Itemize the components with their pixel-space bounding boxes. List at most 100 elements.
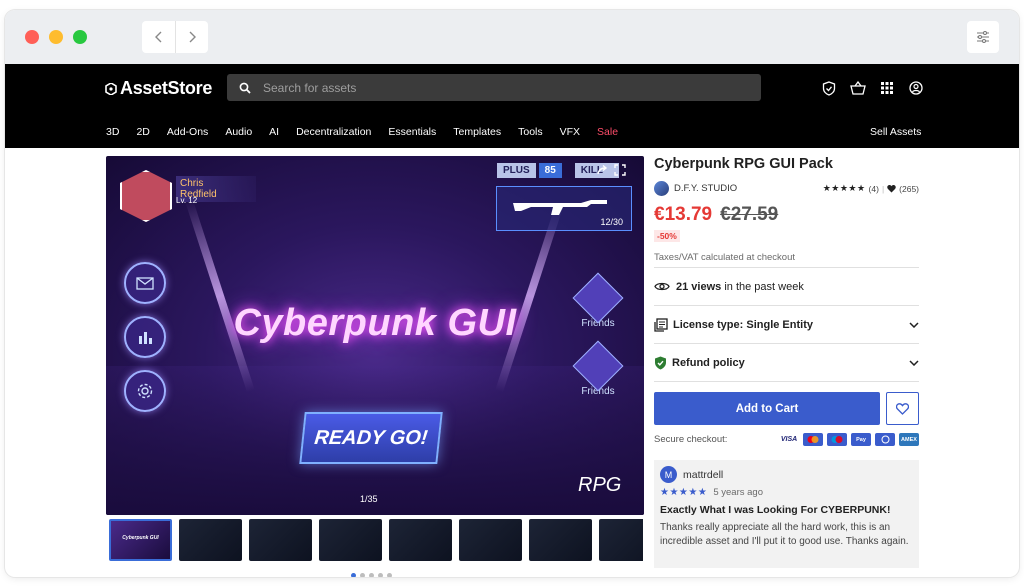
chevron-left-icon <box>154 31 161 43</box>
nav-item-add-ons[interactable]: Add-Ons <box>167 126 208 138</box>
sell-assets-link[interactable]: Sell Assets <box>870 126 921 138</box>
mail-icon <box>136 276 154 290</box>
pagination-dot[interactable] <box>351 573 356 577</box>
product-media-viewer[interactable]: Chris Redfield Lv. 12 PLUS 85 KILL 12/30 <box>106 156 644 515</box>
thumbnail[interactable] <box>599 519 643 561</box>
thumbnail[interactable] <box>179 519 242 561</box>
views-count: 21 views <box>676 280 722 293</box>
minimize-window-button[interactable] <box>49 30 63 44</box>
nav-item-tools[interactable]: Tools <box>518 126 543 138</box>
secure-checkout-label: Secure checkout: <box>654 434 728 445</box>
unity-logo-icon <box>105 82 117 95</box>
heart-outline-icon <box>896 402 909 415</box>
settings-button-game <box>124 370 166 412</box>
gear-icon <box>137 383 153 399</box>
wishlist-button[interactable] <box>886 392 919 425</box>
price-row: €13.79 €27.59 <box>654 204 919 226</box>
favorites-count: (265) <box>899 183 919 194</box>
nav-item-3d[interactable]: 3D <box>106 126 119 138</box>
thumbnail[interactable] <box>459 519 522 561</box>
plus-value: 85 <box>538 163 562 178</box>
ready-go-button: READY GO! <box>299 412 443 464</box>
rating-count: (4) <box>868 183 879 194</box>
store-logo[interactable]: AssetStore <box>105 78 212 99</box>
grid-icon[interactable] <box>879 80 895 96</box>
pagination-dot[interactable] <box>369 573 374 577</box>
nav-item-vfx[interactable]: VFX <box>560 126 580 138</box>
player-avatar <box>120 170 172 222</box>
share-icon[interactable] <box>596 164 608 176</box>
player-card: Chris Redfield Lv. 12 <box>120 170 256 222</box>
reviewer-name[interactable]: mattrdell <box>683 469 723 481</box>
nav-item-essentials[interactable]: Essentials <box>388 126 436 138</box>
slide-counter: 1/35 <box>360 494 378 504</box>
chevron-down-icon <box>909 321 919 328</box>
nav-item-2d[interactable]: 2D <box>136 126 149 138</box>
forward-button[interactable] <box>175 21 208 53</box>
maximize-window-button[interactable] <box>73 30 87 44</box>
hero-light-beam <box>185 199 255 393</box>
visa-icon: VISA <box>779 433 799 446</box>
account-icon[interactable] <box>908 80 924 96</box>
heart-icon <box>887 184 896 192</box>
add-to-cart-button[interactable]: Add to Cart <box>654 392 880 425</box>
license-icon <box>654 317 668 332</box>
pagination-dot[interactable] <box>387 573 392 577</box>
nav-item-decentralization[interactable]: Decentralization <box>296 126 371 138</box>
hero-title: Cyberpunk GUI <box>233 302 517 344</box>
friends-gem-icon <box>572 340 624 392</box>
mail-button <box>124 262 166 304</box>
reviewer-avatar: M <box>660 466 677 483</box>
player-level: Lv. 12 <box>176 196 198 205</box>
nav-item-ai[interactable]: AI <box>269 126 279 138</box>
browser-settings-button[interactable] <box>967 21 999 53</box>
nav-item-audio[interactable]: Audio <box>225 126 252 138</box>
search-bar[interactable] <box>227 74 761 101</box>
friends-button: Friends <box>572 340 624 397</box>
pagination-dot[interactable] <box>378 573 383 577</box>
thumbnail[interactable] <box>389 519 452 561</box>
thumbnail[interactable] <box>249 519 312 561</box>
rating[interactable]: ★★★★★ (4) | (265) <box>823 183 919 194</box>
search-input[interactable] <box>263 80 743 95</box>
sliders-icon <box>977 31 989 43</box>
review-time: 5 years ago <box>713 487 763 498</box>
thumbnail[interactable] <box>529 519 592 561</box>
thumbnail[interactable]: Cyberpunk GUI <box>109 519 172 561</box>
thumbnail-label: Cyberpunk GUI <box>122 535 159 541</box>
shield-check-icon[interactable] <box>821 80 837 96</box>
close-window-button[interactable] <box>25 30 39 44</box>
license-accordion[interactable]: License type: Single Entity <box>654 306 919 344</box>
rifle-icon <box>513 200 607 215</box>
refund-label: Refund policy <box>672 356 745 369</box>
nav-item-templates[interactable]: Templates <box>453 126 501 138</box>
review-stars: ★★★★★ <box>660 487 708 498</box>
sale-price: €13.79 <box>654 204 713 225</box>
review-user: M mattrdell <box>660 466 913 483</box>
nav-item-sale[interactable]: Sale <box>597 126 618 138</box>
product-page: Chris Redfield Lv. 12 PLUS 85 KILL 12/30 <box>5 148 1019 577</box>
maestro-icon <box>827 433 847 446</box>
ammo-count: 12/30 <box>600 217 623 227</box>
cart-icon[interactable] <box>850 80 866 96</box>
product-info-panel: Cyberpunk RPG GUI Pack D.F.Y. STUDIO ★★★… <box>654 148 919 568</box>
original-price: €27.59 <box>720 204 779 225</box>
refund-accordion[interactable]: Refund policy <box>654 344 919 382</box>
publisher-name[interactable]: D.F.Y. STUDIO <box>674 183 737 194</box>
fullscreen-icon[interactable] <box>614 164 626 176</box>
shield-check-icon <box>655 356 666 369</box>
header-icons <box>821 80 924 96</box>
review-body: Thanks really appreciate all the hard wo… <box>660 522 909 547</box>
paypal-icon: Pay <box>851 433 871 446</box>
publisher[interactable]: D.F.Y. STUDIO <box>654 181 737 196</box>
back-button[interactable] <box>142 21 175 53</box>
payment-methods: VISA Pay AMEX <box>779 433 919 446</box>
thumbnail[interactable] <box>319 519 382 561</box>
pagination-dot[interactable] <box>360 573 365 577</box>
plus-label: PLUS <box>497 163 536 178</box>
nav-buttons <box>142 21 208 53</box>
search-icon <box>239 82 251 94</box>
browser-chrome <box>5 10 1019 64</box>
divider: | <box>881 183 885 194</box>
publisher-avatar <box>654 181 669 196</box>
